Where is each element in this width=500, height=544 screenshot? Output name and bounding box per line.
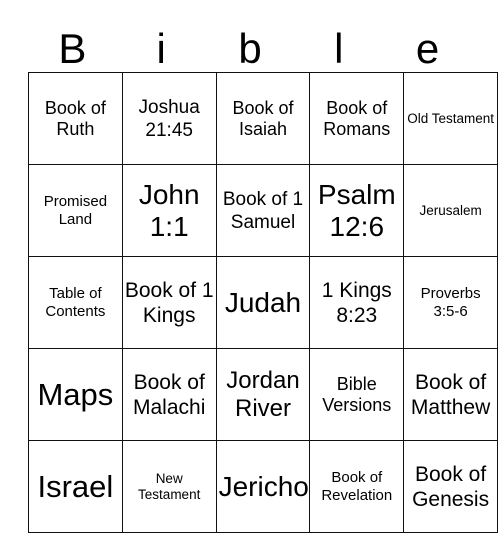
bingo-card: B i b l e Book of Ruth Joshua 21:45 Book… bbox=[28, 14, 498, 533]
bingo-row: Promised Land John 1:1 Book of 1 Samuel … bbox=[28, 164, 498, 257]
bingo-cell-label: Book of Isaiah bbox=[232, 97, 294, 139]
bingo-cell-label: Book of Malachi bbox=[133, 370, 206, 419]
bingo-row: Maps Book of Malachi Jordan River Bible … bbox=[28, 348, 498, 441]
header-letter-1: i bbox=[156, 25, 166, 72]
bingo-cell[interactable]: Book of 1 Samuel bbox=[215, 164, 311, 257]
bingo-row: Israel New Testament Jericho Book of Rev… bbox=[28, 440, 498, 533]
header-letter-2: b bbox=[238, 25, 262, 72]
bingo-cell-label: Promised Land bbox=[43, 192, 108, 228]
bingo-header: B i b l e bbox=[28, 14, 472, 72]
header-letter-3: l bbox=[334, 25, 344, 72]
bingo-cell-label: Book of 1 Kings bbox=[124, 278, 214, 327]
bingo-cell[interactable]: Book of Ruth bbox=[28, 72, 123, 165]
bingo-cell[interactable]: John 1:1 bbox=[121, 164, 217, 257]
bingo-cell-label: Book of Ruth bbox=[44, 97, 106, 139]
bingo-cell[interactable]: Book of Malachi bbox=[121, 348, 217, 441]
bingo-cell[interactable]: Old Testament bbox=[403, 72, 498, 165]
bingo-cell-label: Book of Romans bbox=[323, 97, 391, 139]
bingo-cell-label: Joshua 21:45 bbox=[138, 96, 200, 141]
bingo-cell[interactable]: Book of Genesis bbox=[403, 440, 498, 533]
bingo-cell-label: Book of Revelation bbox=[321, 468, 393, 504]
bingo-cell[interactable]: Book of Romans bbox=[309, 72, 405, 165]
bingo-cell[interactable]: Book of Isaiah bbox=[215, 72, 311, 165]
bingo-cell-label: Book of 1 Samuel bbox=[222, 188, 304, 233]
bingo-cell-label: Psalm 12:6 bbox=[317, 178, 396, 242]
bingo-cell[interactable]: Bible Versions bbox=[309, 348, 405, 441]
bingo-cell-label: Jordan River bbox=[226, 366, 300, 422]
bingo-cell[interactable]: New Testament bbox=[121, 440, 217, 533]
bingo-row: Book of Ruth Joshua 21:45 Book of Isaiah… bbox=[28, 72, 498, 165]
bingo-cell[interactable]: Proverbs 3:5-6 bbox=[403, 256, 498, 349]
bingo-cell-label: Israel bbox=[37, 469, 114, 504]
bingo-cell[interactable]: Psalm 12:6 bbox=[309, 164, 405, 257]
bingo-cell[interactable]: Israel bbox=[28, 440, 123, 533]
bingo-cell-label: Proverbs 3:5-6 bbox=[420, 284, 481, 320]
bingo-cell[interactable]: Joshua 21:45 bbox=[121, 72, 217, 165]
bingo-cell-label: Bible Versions bbox=[322, 373, 392, 415]
bingo-cell-label: Book of Genesis bbox=[412, 462, 490, 511]
header-letter-4: e bbox=[415, 25, 440, 72]
bingo-row: Table of Contents Book of 1 Kings Judah … bbox=[28, 256, 498, 349]
bingo-cell[interactable]: Jericho bbox=[215, 440, 311, 533]
bingo-cell[interactable]: Jordan River bbox=[215, 348, 311, 441]
bingo-cell-label: Table of Contents bbox=[45, 284, 106, 320]
bingo-cell[interactable]: 1 Kings 8:23 bbox=[309, 256, 405, 349]
bingo-cell[interactable]: Promised Land bbox=[28, 164, 123, 257]
bingo-cell[interactable]: Maps bbox=[28, 348, 123, 441]
bingo-cell-label: Book of Matthew bbox=[410, 370, 491, 419]
bingo-cell-label: Maps bbox=[37, 377, 114, 412]
bingo-cell-label: Jericho bbox=[218, 470, 309, 502]
bingo-cell-label: Jerusalem bbox=[419, 202, 482, 218]
bingo-cell[interactable]: Judah bbox=[215, 256, 311, 349]
bingo-cell[interactable]: Jerusalem bbox=[403, 164, 498, 257]
bingo-cell[interactable]: Book of Matthew bbox=[403, 348, 498, 441]
bingo-cell-label: New Testament bbox=[138, 470, 201, 502]
bingo-cell[interactable]: Table of Contents bbox=[28, 256, 123, 349]
bingo-cell-label: John 1:1 bbox=[138, 178, 200, 242]
bingo-cell-label: Old Testament bbox=[407, 110, 494, 126]
header-letter-0: B bbox=[58, 25, 87, 72]
bingo-grid: Book of Ruth Joshua 21:45 Book of Isaiah… bbox=[28, 72, 498, 533]
bingo-cell-label: 1 Kings 8:23 bbox=[321, 278, 392, 327]
bingo-cell[interactable]: Book of Revelation bbox=[309, 440, 405, 533]
bingo-cell-label: Judah bbox=[224, 286, 302, 318]
bingo-cell[interactable]: Book of 1 Kings bbox=[121, 256, 217, 349]
